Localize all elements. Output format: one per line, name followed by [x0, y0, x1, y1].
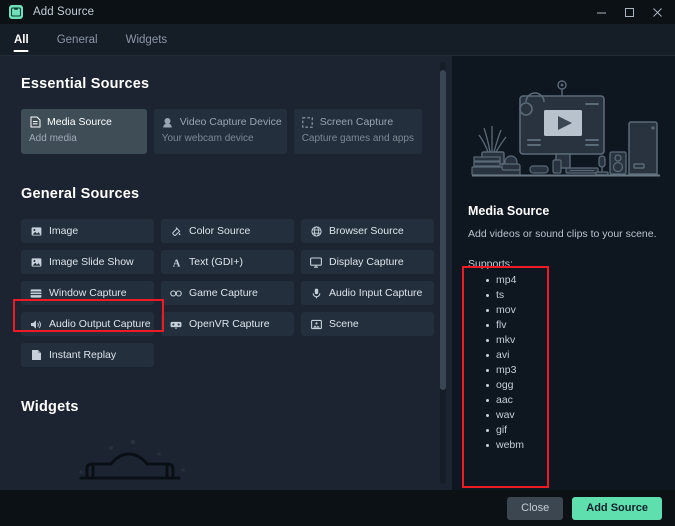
format-item: ogg: [486, 378, 664, 393]
gamepad-icon: [170, 287, 182, 299]
tab-general[interactable]: General: [43, 24, 112, 55]
source-item-display-capture[interactable]: Display Capture: [301, 250, 434, 274]
format-item: mp3: [486, 363, 664, 378]
source-card-screen-capture[interactable]: Screen Capture Capture games and apps: [293, 109, 422, 154]
webcam-icon: [162, 116, 174, 128]
format-item: flv: [486, 318, 664, 333]
format-item: aac: [486, 393, 664, 408]
desk-setup-with-media-player-illustration: [468, 78, 664, 188]
maximize-icon[interactable]: [615, 0, 643, 24]
format-item: mov: [486, 303, 664, 318]
source-item-label: Browser Source: [329, 225, 404, 237]
monitor-icon: [310, 256, 322, 268]
source-item-label: Instant Replay: [49, 349, 117, 361]
supported-formats-block: Supports: mp4 ts mov flv mkv avi mp3 ogg…: [468, 258, 664, 453]
source-card-sublabel: Capture games and apps: [301, 133, 414, 144]
source-item-label: Scene: [329, 318, 359, 330]
source-item-audio-input-capture[interactable]: Audio Input Capture: [301, 281, 434, 305]
close-icon[interactable]: [643, 0, 671, 24]
general-sources-grid: Image Color Source Browser Source Image …: [21, 219, 434, 367]
source-item-label: Image: [49, 225, 79, 237]
replay-file-icon: [30, 349, 42, 361]
source-card-label: Video Capture Device: [179, 116, 282, 128]
details-title: Media Source: [468, 204, 550, 218]
widgets-heading: Widgets: [21, 399, 79, 415]
text-a-icon: A: [170, 256, 182, 268]
source-list-scroll-content: Essential Sources Media Source Add media…: [0, 56, 452, 490]
screen-capture-icon: [302, 116, 314, 128]
window-title: Add Source: [33, 6, 95, 18]
widgets-preview-illustration: [21, 432, 422, 490]
scene-icon: [310, 318, 322, 330]
source-item-label: Text (GDI+): [189, 256, 243, 268]
title-bar: Add Source: [0, 0, 675, 24]
source-item-label: Display Capture: [329, 256, 404, 268]
image-icon: [30, 225, 42, 237]
source-list-scrollbar[interactable]: [440, 62, 446, 484]
scrollbar-thumb[interactable]: [440, 70, 446, 390]
format-item: mkv: [486, 333, 664, 348]
minimize-icon[interactable]: [587, 0, 615, 24]
tab-all[interactable]: All: [0, 24, 43, 55]
image-icon: [30, 256, 42, 268]
add-source-dialog: Add Source All General Widgets Essential…: [0, 0, 675, 526]
source-item-game-capture[interactable]: Game Capture: [161, 281, 294, 305]
source-item-scene[interactable]: Scene: [301, 312, 434, 336]
source-card-header: Media Source: [29, 116, 139, 128]
globe-icon: [310, 225, 322, 237]
source-item-label: Image Slide Show: [49, 256, 134, 268]
format-item: ts: [486, 288, 664, 303]
source-card-header: Video Capture Device: [162, 116, 282, 128]
format-item: webm: [486, 438, 664, 453]
tab-widgets[interactable]: Widgets: [112, 24, 182, 55]
source-details-panel: Media Source Add videos or sound clips t…: [452, 56, 675, 490]
dialog-body: Essential Sources Media Source Add media…: [0, 56, 675, 490]
source-item-color-source[interactable]: Color Source: [161, 219, 294, 243]
source-item-label: Game Capture: [189, 287, 258, 299]
essential-sources-row: Media Source Add media Video Capture Dev…: [21, 109, 422, 154]
microphone-icon: [310, 287, 322, 299]
source-item-label: Window Capture: [49, 287, 127, 299]
source-card-media-source[interactable]: Media Source Add media: [21, 109, 147, 154]
add-source-icon: [9, 5, 23, 19]
source-item-audio-output-capture[interactable]: Audio Output Capture: [21, 312, 154, 336]
source-item-instant-replay[interactable]: Instant Replay: [21, 343, 154, 367]
window-icon: [30, 287, 42, 299]
source-item-label: Audio Output Capture: [49, 318, 151, 330]
format-item: gif: [486, 423, 664, 438]
speaker-icon: [30, 318, 42, 330]
details-description: Add videos or sound clips to your scene.: [468, 228, 657, 240]
source-item-browser-source[interactable]: Browser Source: [301, 219, 434, 243]
source-card-video-capture-device[interactable]: Video Capture Device Your webcam device: [153, 109, 287, 154]
source-card-sublabel: Add media: [29, 133, 77, 144]
svg-text:A: A: [172, 258, 180, 268]
supports-label: Supports:: [468, 258, 513, 271]
source-item-label: OpenVR Capture: [189, 318, 270, 330]
source-item-openvr-capture[interactable]: OpenVR Capture: [161, 312, 294, 336]
format-item: wav: [486, 408, 664, 423]
source-item-image[interactable]: Image: [21, 219, 154, 243]
add-source-button[interactable]: Add Source: [572, 496, 662, 520]
vr-headset-icon: [170, 318, 182, 330]
source-item-label: Audio Input Capture: [329, 287, 423, 299]
close-button[interactable]: Close: [507, 496, 564, 520]
dialog-footer: Close Add Source: [0, 490, 675, 526]
source-item-label: Color Source: [189, 225, 251, 237]
format-item: avi: [486, 348, 664, 363]
supported-formats-list: mp4 ts mov flv mkv avi mp3 ogg aac wav g…: [468, 273, 664, 453]
source-item-window-capture[interactable]: Window Capture: [21, 281, 154, 305]
source-item-image-slide-show[interactable]: Image Slide Show: [21, 250, 154, 274]
format-item: mp4: [486, 273, 664, 288]
source-list-panel: Essential Sources Media Source Add media…: [0, 56, 452, 490]
source-card-header: Screen Capture: [302, 116, 414, 128]
essential-sources-heading: Essential Sources: [21, 76, 150, 92]
general-sources-heading: General Sources: [21, 186, 140, 202]
tab-bar: All General Widgets: [0, 24, 675, 56]
media-file-icon: [29, 116, 41, 128]
source-item-text-gdi[interactable]: A Text (GDI+): [161, 250, 294, 274]
source-card-label: Screen Capture: [319, 116, 394, 128]
color-drop-icon: [170, 225, 182, 237]
source-card-sublabel: Your webcam device: [161, 133, 254, 144]
source-card-label: Media Source: [47, 116, 112, 128]
